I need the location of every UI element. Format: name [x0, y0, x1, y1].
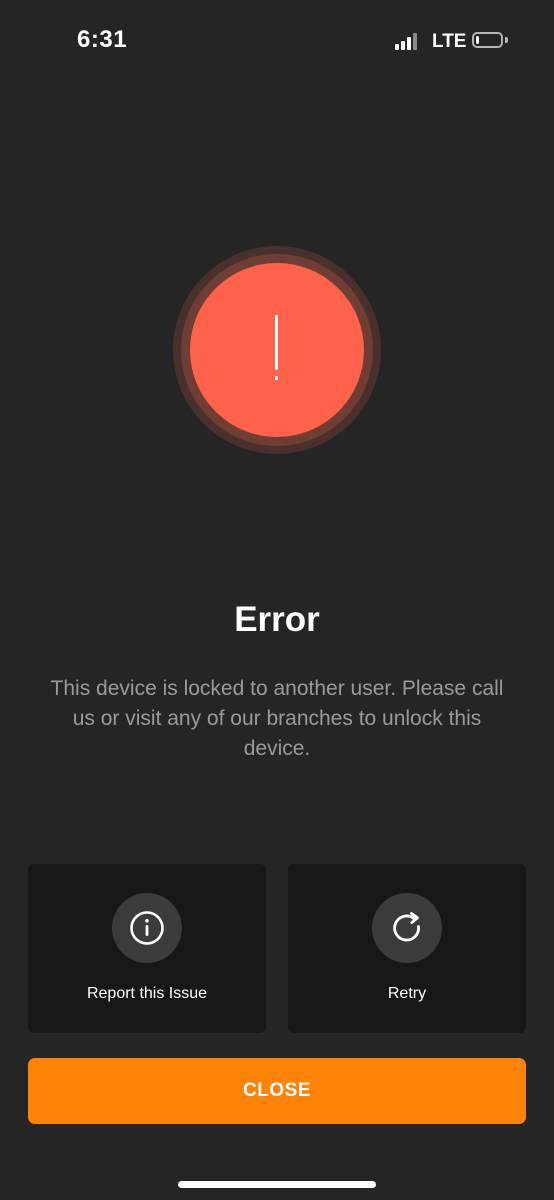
network-type: LTE [432, 31, 467, 52]
error-message: This device is locked to another user. P… [50, 677, 504, 760]
error-title: Error [234, 600, 320, 639]
exclamation-icon [275, 315, 278, 370]
close-button[interactable]: CLOSE [28, 1058, 526, 1124]
status-bar: 6:31 LTE [0, 0, 554, 84]
status-time: 6:31 [77, 26, 128, 53]
retry-label: Retry [387, 985, 427, 1002]
refresh-icon [393, 912, 420, 942]
home-indicator[interactable] [178, 1181, 376, 1188]
retry-button[interactable]: Retry [288, 864, 526, 1033]
report-icon-circle [112, 893, 182, 963]
battery-level-fill [476, 36, 479, 44]
retry-icon-circle [372, 893, 442, 963]
battery-low-icon [472, 32, 503, 48]
report-issue-button[interactable]: Report this Issue [28, 864, 266, 1033]
exclamation-dot [275, 376, 278, 380]
battery-cap [505, 37, 508, 43]
report-issue-label: Report this Issue [86, 985, 208, 1002]
info-icon [130, 911, 164, 945]
signal-bars-icon [395, 32, 421, 50]
